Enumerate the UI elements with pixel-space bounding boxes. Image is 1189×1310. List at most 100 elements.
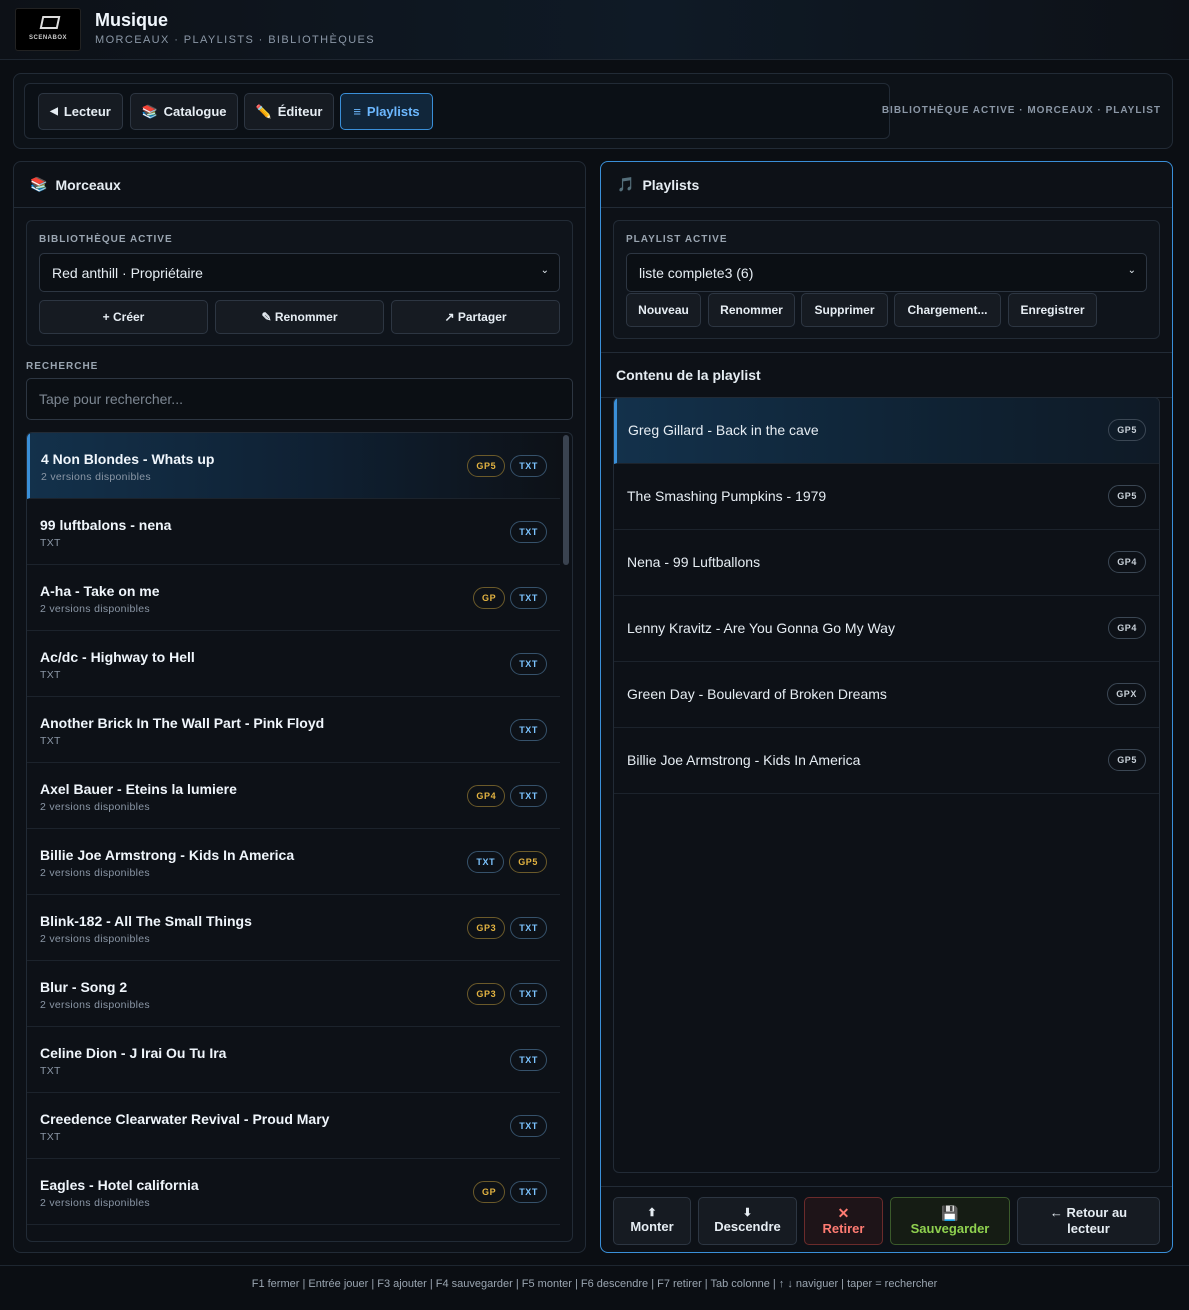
tab-catalogue[interactable]: 📚 Catalogue xyxy=(130,93,238,130)
format-badge: GP4 xyxy=(1108,617,1146,639)
song-list-item[interactable]: A-ha - Take on me 2 versions disponibles G… xyxy=(27,565,560,631)
rename-library-button[interactable]: ✎ Renommer xyxy=(215,300,384,334)
songs-panel-title: Morceaux xyxy=(55,176,121,193)
playlist-box: PLAYLIST ACTIVE liste complete3 (6) ⌄ No… xyxy=(613,220,1160,339)
song-badges: GP3 TXT xyxy=(467,983,547,1005)
playlist-content-list: Greg Gillard - Back in the cave GP5 The Sm… xyxy=(613,397,1160,1173)
format-badge: TXT xyxy=(510,1181,547,1203)
tab-editeur[interactable]: ✏️ Éditeur xyxy=(244,93,334,130)
top-bar: SCENABOX Musique MORCEAUX · PLAYLISTS · … xyxy=(0,0,1189,60)
song-badges: TXT xyxy=(510,521,547,543)
songs-panel: 📚 Morceaux BIBLIOTHÈQUE ACTIVE Red anthi… xyxy=(13,161,586,1253)
format-badge: GPX xyxy=(1107,683,1146,705)
move-up-button[interactable]: ⬆ Monter xyxy=(613,1197,691,1245)
song-list-item[interactable]: Celine Dion - J Irai Ou Tu Ira TXT TXT xyxy=(27,1027,560,1093)
save-playlist-button[interactable]: Enregistrer xyxy=(1008,293,1097,327)
song-list-item[interactable]: Creedence Clearwater Revival - Proud Mar… xyxy=(27,1093,560,1159)
playlists-panel-title: Playlists xyxy=(642,176,700,193)
song-list-item[interactable]: Blur - Song 2 2 versions disponibles GP3 TX… xyxy=(27,961,560,1027)
song-title: Billie Joe Armstrong - Kids In America xyxy=(40,847,295,863)
song-badges: TXT xyxy=(510,1115,547,1137)
format-badge: TXT xyxy=(510,719,547,741)
play-back-icon: ◀ xyxy=(50,106,58,117)
song-title: Axel Bauer - Eteins la lumiere xyxy=(40,781,237,797)
tab-label: Playlists xyxy=(366,104,420,119)
playlist-item-title: Lenny Kravitz - Are You Gonna Go My Way xyxy=(627,620,895,636)
delete-playlist-button[interactable]: Supprimer xyxy=(801,293,888,327)
back-to-player-button[interactable]: ← Retour au lecteur xyxy=(1017,1197,1160,1245)
load-playlist-button[interactable]: Chargement... xyxy=(894,293,1001,327)
song-versions: 2 versions disponibles xyxy=(40,1197,150,1209)
logo-mark-icon xyxy=(39,16,61,29)
new-playlist-button[interactable]: Nouveau xyxy=(626,293,701,327)
books-icon: 📚 xyxy=(30,176,48,192)
format-badge: TXT xyxy=(510,521,547,543)
song-versions: 2 versions disponibles xyxy=(40,867,150,879)
song-versions: 2 versions disponibles xyxy=(41,471,151,483)
move-down-button[interactable]: ⬇ Descendre xyxy=(698,1197,797,1245)
song-badges: GP TXT xyxy=(472,587,547,609)
song-title: Ac/dc - Highway to Hell xyxy=(40,649,195,665)
save-label: Sauvegarder xyxy=(910,1221,990,1236)
playlist-item-badges: GP5 xyxy=(1108,419,1146,441)
playlist-item[interactable]: The Smashing Pumpkins - 1979 GP5 xyxy=(614,464,1159,530)
format-badge: TXT xyxy=(510,1115,547,1137)
remove-label: Retirer xyxy=(822,1220,865,1236)
logo-text: SCENABOX xyxy=(28,35,67,41)
pencil-icon: ✏️ xyxy=(255,103,272,119)
books-icon: 📚 xyxy=(141,103,158,119)
song-list-item[interactable]: Another Brick In The Wall Part - Pink Fl… xyxy=(27,697,560,763)
playlists-panel-header: 🎵 Playlists xyxy=(601,162,1172,208)
playlist-select-value: liste complete3 (6) xyxy=(639,264,754,281)
remove-button[interactable]: ✕ Retirer xyxy=(804,1197,883,1245)
playlist-item[interactable]: Nena - 99 Luftballons GP4 xyxy=(614,530,1159,596)
song-title: A-ha - Take on me xyxy=(40,583,160,599)
share-library-button[interactable]: ↗ Partager xyxy=(391,300,560,334)
song-rows: 4 Non Blondes - Whats up 2 versions dispo… xyxy=(27,433,572,1225)
playlist-item[interactable]: Billie Joe Armstrong - Kids In America GP… xyxy=(614,728,1159,794)
playlist-select[interactable]: liste complete3 (6) ⌄ xyxy=(626,253,1147,292)
library-select[interactable]: Red anthill · Propriétaire ⌄ xyxy=(39,253,560,292)
library-box: BIBLIOTHÈQUE ACTIVE Red anthill · Propri… xyxy=(26,220,573,346)
format-badge: TXT xyxy=(510,653,547,675)
save-button[interactable]: 💾 Sauvegarder xyxy=(890,1197,1010,1245)
song-list-item[interactable]: 99 luftbalons - nena TXT TXT xyxy=(27,499,560,565)
song-list-item[interactable]: 4 Non Blondes - Whats up 2 versions dispo… xyxy=(27,433,560,499)
song-badges: TXT xyxy=(510,719,547,741)
format-badge: GP5 xyxy=(1108,485,1146,507)
create-library-button[interactable]: + Créer xyxy=(39,300,208,334)
app-subtitle: MORCEAUX · PLAYLISTS · BIBLIOTHÈQUES xyxy=(95,34,376,46)
nav-tabs: ◀ Lecteur 📚 Catalogue ✏️ Éditeur ≡ Playl… xyxy=(24,83,890,139)
playlist-item-title: Billie Joe Armstrong - Kids In America xyxy=(627,752,861,768)
tab-playlists[interactable]: ≡ Playlists xyxy=(340,93,433,130)
song-badges: GP TXT xyxy=(472,1181,547,1203)
format-badge: GP xyxy=(472,1181,506,1203)
playlist-item[interactable]: Green Day - Boulevard of Broken Dreams GP… xyxy=(614,662,1159,728)
breadcrumb: BIBLIOTHÈQUE ACTIVE · MORCEAUX · PLAYLIS… xyxy=(881,105,1161,116)
song-list-item[interactable]: Billie Joe Armstrong - Kids In America 2 … xyxy=(27,829,560,895)
back-to-player-label-line2: lecteur xyxy=(1067,1221,1110,1236)
playlist-item[interactable]: Greg Gillard - Back in the cave GP5 xyxy=(614,398,1159,464)
song-list-item[interactable]: Blink-182 - All The Small Things 2 versio… xyxy=(27,895,560,961)
playlist-item[interactable]: Lenny Kravitz - Are You Gonna Go My Way G… xyxy=(614,596,1159,662)
song-title: 4 Non Blondes - Whats up xyxy=(41,451,215,467)
playlist-item-title: Green Day - Boulevard of Broken Dreams xyxy=(627,686,887,702)
playlist-item-badges: GP5 xyxy=(1108,485,1146,507)
song-versions: TXT xyxy=(40,669,61,681)
nav-bar: ◀ Lecteur 📚 Catalogue ✏️ Éditeur ≡ Playl… xyxy=(13,73,1173,149)
song-list-item[interactable]: Axel Bauer - Eteins la lumiere 2 versions… xyxy=(27,763,560,829)
tab-label: Éditeur xyxy=(277,104,323,119)
song-title: Eagles - Hotel california xyxy=(40,1177,199,1193)
song-badges: TXT GP5 xyxy=(467,851,547,873)
back-to-player-label-line1: ← Retour au xyxy=(1049,1205,1128,1220)
search-input[interactable] xyxy=(26,378,573,420)
rename-playlist-button[interactable]: Renommer xyxy=(708,293,795,327)
song-versions: 2 versions disponibles xyxy=(40,801,150,813)
playlist-item-title: Greg Gillard - Back in the cave xyxy=(628,422,819,438)
song-title: Blink-182 - All The Small Things xyxy=(40,913,252,929)
song-list-scrollbar[interactable] xyxy=(563,435,569,565)
tab-lecteur[interactable]: ◀ Lecteur xyxy=(38,93,123,130)
song-list: 4 Non Blondes - Whats up 2 versions dispo… xyxy=(26,432,573,1242)
song-list-item[interactable]: Eagles - Hotel california 2 versions disp… xyxy=(27,1159,560,1225)
song-list-item[interactable]: Ac/dc - Highway to Hell TXT TXT xyxy=(27,631,560,697)
